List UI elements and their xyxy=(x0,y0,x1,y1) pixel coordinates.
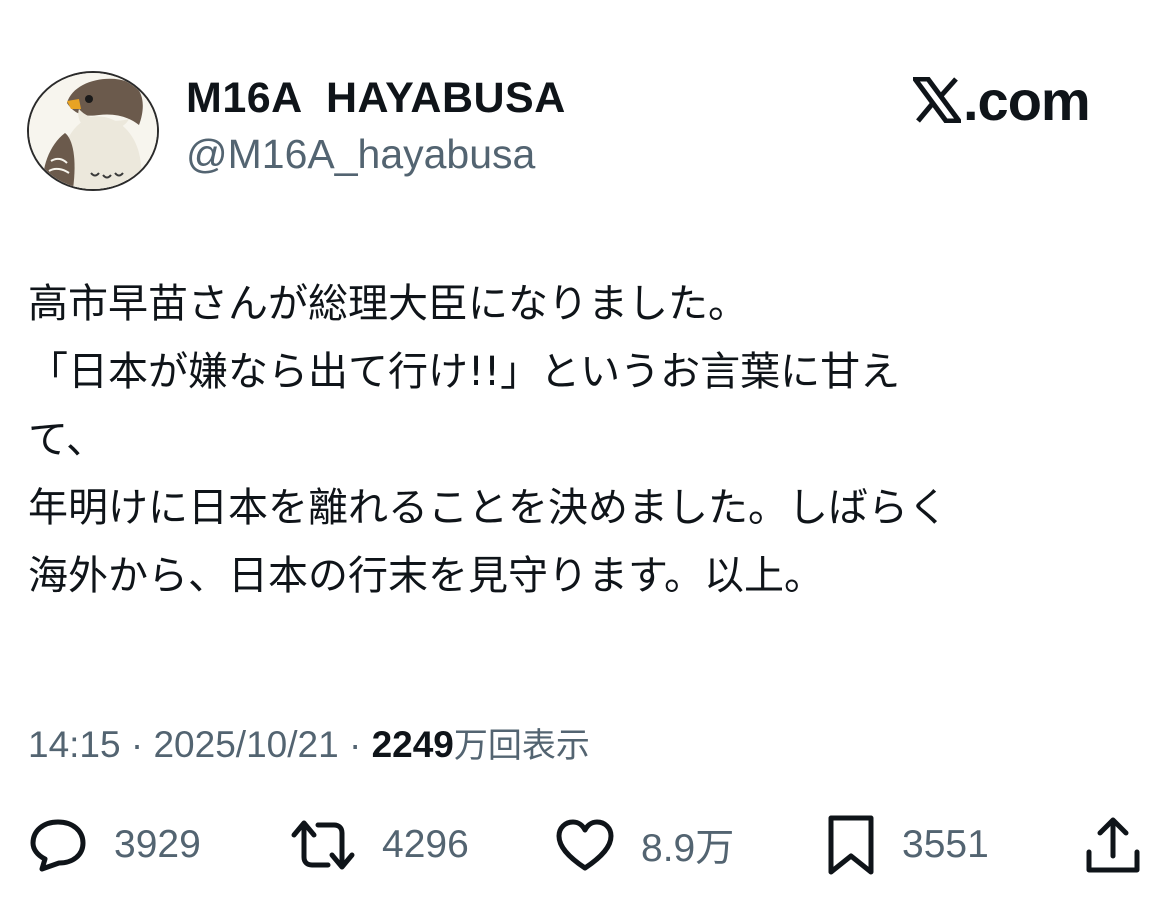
tweet-line: 年明けに日本を離れることを決めました。しばらく xyxy=(28,485,948,531)
heart-icon xyxy=(556,819,614,871)
tweet-line: 「日本が嫌なら出て行け!!」というお言葉に甘え xyxy=(28,349,901,395)
retweet-count: 4296 xyxy=(382,823,469,866)
share-icon xyxy=(1086,817,1140,873)
bookmark-count: 3551 xyxy=(902,823,989,866)
user-handle[interactable]: @M16A_hayabusa xyxy=(186,131,535,178)
like-count: 8.9万 xyxy=(641,827,735,870)
tweet-text: 高市早苗さんが総理大臣になりました。 「日本が嫌なら出て行け!!」というお言葉に… xyxy=(28,270,1148,610)
tweet-meta: 14:15 · 2025/10/21 · 2249 万回表示 xyxy=(28,718,590,767)
action-bar: 3929 4296 8.9万 3551 xyxy=(0,810,1170,880)
bookmark-icon xyxy=(828,815,874,875)
falcon-avatar-icon xyxy=(29,73,157,189)
x-logo-icon xyxy=(913,77,961,123)
tweet-line: て、 xyxy=(28,417,106,463)
meta-separator: · xyxy=(120,724,154,765)
reply-icon xyxy=(30,819,86,872)
tweet-line: 海外から、日本の行末を見守ります。以上。 xyxy=(28,553,824,599)
tweet-line: 高市早苗さんが総理大臣になりました。 xyxy=(28,281,748,327)
avatar[interactable] xyxy=(27,71,159,191)
reply-count: 3929 xyxy=(114,823,201,866)
meta-separator: · xyxy=(338,724,372,765)
brand-logo: .com xyxy=(913,68,1091,132)
tweet-time[interactable]: 14:15 xyxy=(28,724,121,766)
bookmark-button[interactable]: 3551 xyxy=(826,810,989,880)
display-name[interactable]: M16A HAYABUSA xyxy=(186,74,566,123)
views-label: 万回表示 xyxy=(453,726,590,766)
views-count: 2249 xyxy=(371,724,454,765)
retweet-button[interactable]: 4296 xyxy=(290,810,469,880)
reply-button[interactable]: 3929 xyxy=(28,810,201,880)
brand-text: .com xyxy=(963,68,1091,132)
like-button[interactable]: 8.9万 xyxy=(555,810,734,880)
tweet-date[interactable]: 2025/10/21 xyxy=(153,724,338,766)
share-button[interactable] xyxy=(1084,810,1142,880)
retweet-icon xyxy=(291,820,355,870)
